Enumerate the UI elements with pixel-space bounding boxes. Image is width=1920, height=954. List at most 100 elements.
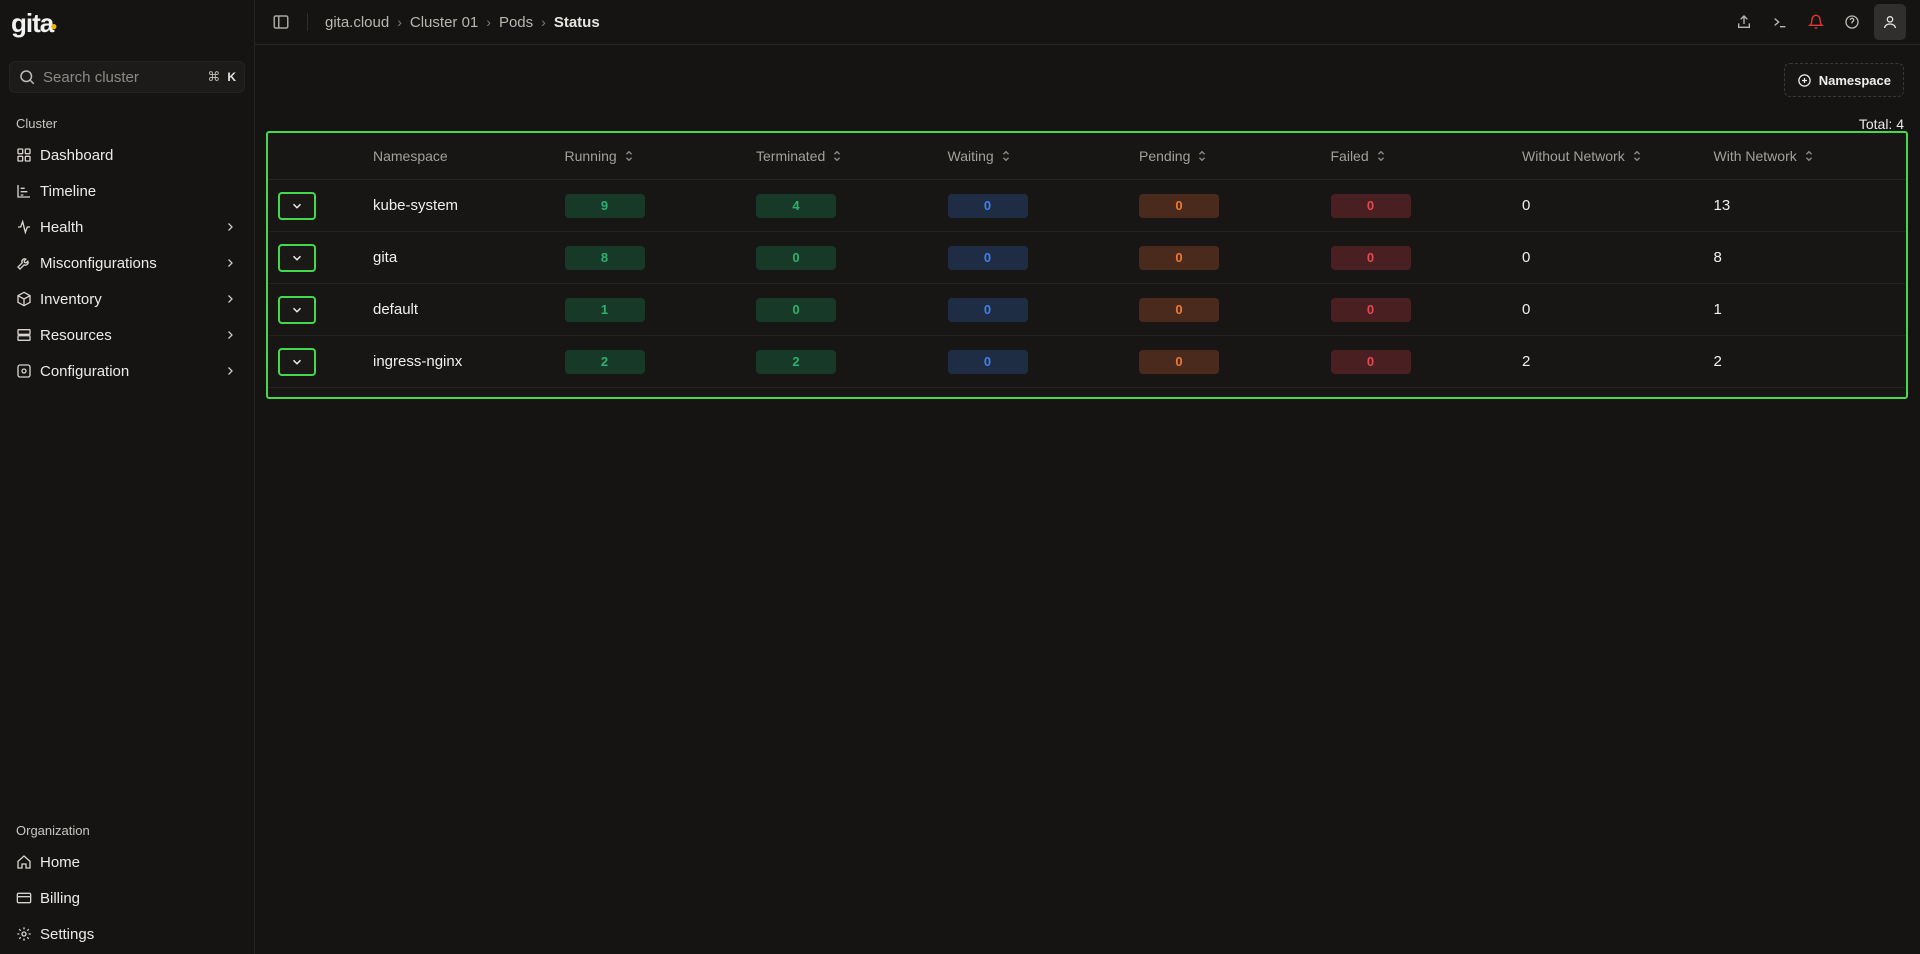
expand-row-button[interactable] bbox=[278, 191, 316, 220]
top-actions bbox=[1730, 4, 1906, 40]
main-content: gita.cloud › Cluster 01 › Pods › Status … bbox=[255, 0, 1920, 954]
search-input[interactable]: Search cluster ⌘ K bbox=[9, 61, 245, 93]
user-avatar-icon[interactable] bbox=[1874, 4, 1906, 40]
terminal-icon[interactable] bbox=[1766, 8, 1794, 36]
cell-without-network: 0 bbox=[1522, 301, 1531, 318]
sidebar-item-inventory[interactable]: Inventory bbox=[0, 281, 254, 317]
sidebar-item-misconfigurations[interactable]: Misconfigurations bbox=[0, 245, 254, 281]
sidebar-item-configuration[interactable]: Configuration bbox=[0, 353, 254, 389]
cell-pending: 0 bbox=[1139, 349, 1331, 374]
sidebar-item-resources[interactable]: Resources bbox=[0, 317, 254, 353]
row-expand-cell bbox=[268, 347, 373, 376]
breadcrumb-item[interactable]: Pods bbox=[499, 14, 533, 31]
header-label: Pending bbox=[1139, 148, 1191, 164]
timeline-icon bbox=[16, 183, 32, 199]
config-icon bbox=[16, 363, 32, 379]
terminated-badge: 0 bbox=[756, 245, 836, 270]
sidebar-item-billing[interactable]: Billing bbox=[0, 880, 254, 916]
chevron-down-icon bbox=[292, 203, 302, 209]
header-label: Namespace bbox=[373, 148, 448, 164]
expand-row-button[interactable] bbox=[278, 295, 316, 324]
failed-badge: 0 bbox=[1330, 297, 1411, 322]
cell-failed: 0 bbox=[1330, 193, 1523, 218]
header-without-network[interactable]: Without Network bbox=[1522, 148, 1714, 164]
cell-without-network: 0 bbox=[1522, 197, 1531, 214]
pod-status-table: Namespace Running Terminated Waiting Pen… bbox=[266, 131, 1908, 399]
cell-with-network: 13 bbox=[1713, 197, 1731, 214]
cell-with-network: 1 bbox=[1713, 301, 1722, 318]
header-namespace: Namespace bbox=[373, 148, 565, 164]
sidebar-item-settings[interactable]: Settings bbox=[0, 916, 254, 952]
card-icon bbox=[16, 890, 32, 906]
row-expand-cell bbox=[268, 191, 373, 220]
cell-namespace: ingress-nginx bbox=[373, 353, 463, 370]
header-pending[interactable]: Pending bbox=[1139, 148, 1331, 164]
breadcrumb-item[interactable]: gita.cloud bbox=[325, 14, 389, 31]
brand-logo[interactable]: gita ● bbox=[0, 0, 254, 46]
sidebar-item-label: Dashboard bbox=[40, 146, 114, 164]
cell-waiting: 0 bbox=[947, 297, 1140, 322]
header-waiting[interactable]: Waiting bbox=[948, 148, 1140, 164]
row-expand-cell bbox=[268, 295, 373, 324]
header-running[interactable]: Running bbox=[565, 148, 757, 164]
chevron-right-icon bbox=[224, 257, 236, 269]
sidebar-item-timeline[interactable]: Timeline bbox=[0, 173, 254, 209]
header-with-network[interactable]: With Network bbox=[1714, 148, 1906, 164]
topbar: gita.cloud › Cluster 01 › Pods › Status bbox=[255, 0, 1920, 45]
chevron-right-icon bbox=[224, 221, 236, 233]
table-row: ingress-nginx 2 2 0 0 0 2 2 bbox=[268, 336, 1906, 388]
cell-failed: 0 bbox=[1330, 349, 1523, 374]
pending-badge: 0 bbox=[1139, 297, 1219, 322]
share-icon[interactable] bbox=[1730, 8, 1758, 36]
cell-running: 9 bbox=[564, 193, 757, 218]
sidebar-item-label: Timeline bbox=[40, 182, 97, 200]
sort-icon bbox=[1001, 150, 1011, 162]
home-icon bbox=[16, 854, 32, 870]
bell-icon[interactable] bbox=[1802, 8, 1830, 36]
cell-without-network: 2 bbox=[1522, 353, 1531, 370]
sidebar-item-home[interactable]: Home bbox=[0, 844, 254, 880]
cell-with-network: 2 bbox=[1713, 353, 1722, 370]
table-row: kube-system 9 4 0 0 0 0 13 bbox=[268, 180, 1906, 232]
cell-pending: 0 bbox=[1139, 297, 1331, 322]
header-terminated[interactable]: Terminated bbox=[756, 148, 948, 164]
row-expand-cell bbox=[268, 243, 373, 272]
grid-icon bbox=[16, 147, 32, 163]
header-label: Running bbox=[564, 148, 617, 164]
running-badge: 2 bbox=[564, 349, 645, 374]
cell-without-network: 0 bbox=[1522, 249, 1531, 266]
sort-icon bbox=[1376, 150, 1386, 162]
cell-waiting: 0 bbox=[947, 193, 1140, 218]
expand-row-button[interactable] bbox=[278, 347, 316, 376]
failed-badge: 0 bbox=[1330, 349, 1411, 374]
waiting-badge: 0 bbox=[947, 349, 1028, 374]
wrench-icon bbox=[16, 255, 32, 271]
header-label: Failed bbox=[1330, 148, 1369, 164]
sidebar-item-health[interactable]: Health bbox=[0, 209, 254, 245]
pending-badge: 0 bbox=[1139, 193, 1219, 218]
brand-name: gita bbox=[11, 7, 54, 38]
cell-with-network: 8 bbox=[1713, 249, 1722, 266]
cell-terminated: 2 bbox=[756, 349, 948, 374]
chevron-right-icon: › bbox=[486, 14, 491, 30]
header-failed[interactable]: Failed bbox=[1331, 148, 1523, 164]
expand-row-button[interactable] bbox=[278, 243, 316, 272]
organization-section-label: Organization bbox=[16, 823, 90, 838]
add-namespace-button[interactable]: Namespace bbox=[1783, 63, 1904, 97]
header-label: With Network bbox=[1713, 148, 1797, 164]
waiting-badge: 0 bbox=[947, 193, 1028, 218]
sidebar-item-dashboard[interactable]: Dashboard bbox=[0, 137, 254, 173]
header-label: Without Network bbox=[1522, 148, 1625, 164]
search-icon bbox=[18, 68, 36, 86]
server-icon bbox=[16, 327, 32, 343]
sort-icon bbox=[624, 150, 634, 162]
total-count: Total: 4 bbox=[1858, 116, 1904, 132]
chevron-right-icon: › bbox=[541, 14, 546, 30]
cell-running: 1 bbox=[564, 297, 757, 322]
help-icon[interactable] bbox=[1838, 8, 1866, 36]
terminated-badge: 0 bbox=[756, 297, 836, 322]
cell-pending: 0 bbox=[1139, 245, 1331, 270]
search-placeholder: Search cluster bbox=[43, 68, 139, 86]
sidebar-toggle-icon[interactable] bbox=[272, 13, 290, 31]
breadcrumb-item[interactable]: Cluster 01 bbox=[410, 14, 478, 31]
